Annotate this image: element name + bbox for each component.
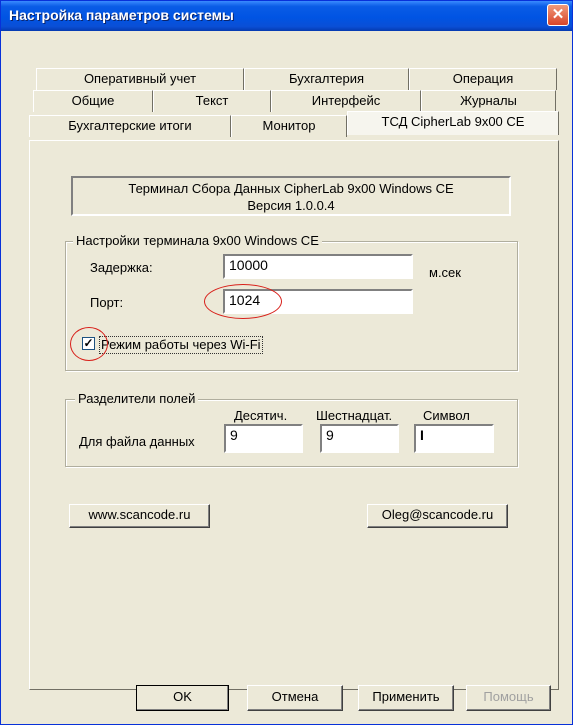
window-title: Настройка параметров системы bbox=[9, 7, 234, 23]
tab-journals[interactable]: Журналы bbox=[421, 90, 556, 112]
tab-label: Интерфейс bbox=[311, 93, 381, 108]
tab-label: ТСД CipherLab 9x00 CE bbox=[381, 114, 525, 129]
cancel-button[interactable]: Отмена bbox=[247, 685, 343, 711]
port-label: Порт: bbox=[90, 295, 124, 310]
decimal-column-label: Десятич. bbox=[234, 408, 288, 423]
email-button[interactable]: Oleg@scancode.ru bbox=[367, 504, 508, 528]
terminal-info-box: Терминал Сбора Данных CipherLab 9x00 Win… bbox=[71, 176, 511, 216]
tab-label: Бухгалтерия bbox=[288, 71, 365, 86]
close-icon: ✕ bbox=[551, 6, 565, 23]
tab-monitor[interactable]: Монитор bbox=[231, 115, 347, 137]
terminal-settings-caption: Настройки терминала 9x00 Windows CE bbox=[73, 233, 322, 249]
tab-operational[interactable]: Оперативный учет bbox=[36, 68, 244, 90]
tab-interface[interactable]: Интерфейс bbox=[271, 90, 421, 112]
close-button[interactable]: ✕ bbox=[547, 4, 569, 26]
settings-dialog: Настройка параметров системы ✕ Оперативн… bbox=[0, 0, 573, 725]
symbol-separator-input[interactable]: I bbox=[414, 424, 494, 453]
terminal-info-line1: Терминал Сбора Данных CipherLab 9x00 Win… bbox=[128, 181, 454, 196]
hex-column-label: Шестнадцат. bbox=[316, 408, 393, 423]
ok-button[interactable]: OK bbox=[136, 685, 229, 711]
apply-button[interactable]: Применить bbox=[358, 685, 454, 711]
website-button[interactable]: www.scancode.ru bbox=[69, 504, 210, 528]
tab-accounting-totals[interactable]: Бухгалтерские итоги bbox=[29, 115, 231, 137]
delay-input[interactable]: 10000 bbox=[223, 254, 413, 279]
decimal-separator-input[interactable]: 9 bbox=[224, 424, 303, 453]
delay-label: Задержка: bbox=[90, 260, 153, 275]
tab-label: Текст bbox=[195, 93, 229, 108]
tab-text[interactable]: Текст bbox=[153, 90, 271, 112]
tab-tsd-cipherlab[interactable]: ТСД CipherLab 9x00 CE bbox=[347, 111, 559, 135]
tab-label: Операция bbox=[452, 71, 514, 86]
tab-label: Общие bbox=[71, 93, 115, 108]
tab-general[interactable]: Общие bbox=[33, 90, 153, 112]
tab-label: Журналы bbox=[460, 93, 517, 108]
tab-label: Бухгалтерские итоги bbox=[68, 118, 192, 133]
symbol-column-label: Символ bbox=[423, 408, 470, 423]
data-file-label: Для файла данных bbox=[79, 434, 195, 449]
help-button[interactable]: Помощь bbox=[466, 685, 551, 711]
hex-separator-input[interactable]: 9 bbox=[320, 424, 399, 453]
terminal-version: Версия 1.0.0.4 bbox=[247, 198, 335, 213]
delay-unit: м.сек bbox=[429, 265, 461, 280]
tab-operation[interactable]: Операция bbox=[409, 68, 557, 90]
tab-label: Оперативный учет bbox=[83, 71, 197, 86]
port-annotation-ellipse bbox=[204, 284, 282, 319]
title-bar[interactable]: Настройка параметров системы ✕ bbox=[1, 1, 572, 31]
wifi-label[interactable]: Режим работы через Wi-Fi bbox=[99, 336, 263, 354]
separators-caption: Разделители полей bbox=[75, 391, 199, 407]
tab-label: Монитор bbox=[262, 118, 316, 133]
tab-accounting[interactable]: Бухгалтерия bbox=[244, 68, 409, 90]
wifi-annotation-ellipse bbox=[70, 327, 108, 361]
